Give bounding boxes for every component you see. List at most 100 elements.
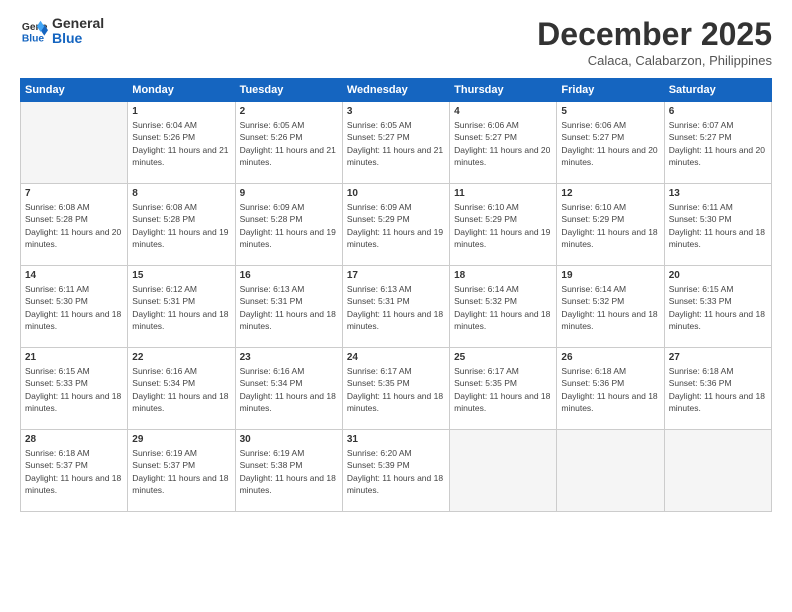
day-number: 3 — [347, 106, 445, 117]
day-number: 26 — [561, 352, 659, 363]
day-number: 22 — [132, 352, 230, 363]
day-info: Sunrise: 6:12 AM Sunset: 5:31 PM Dayligh… — [132, 283, 230, 332]
day-number: 4 — [454, 106, 552, 117]
day-number: 5 — [561, 106, 659, 117]
day-info: Sunrise: 6:11 AM Sunset: 5:30 PM Dayligh… — [669, 201, 767, 250]
weekday-header-tuesday: Tuesday — [235, 79, 342, 102]
calendar-cell: 3 Sunrise: 6:05 AM Sunset: 5:27 PM Daylig… — [342, 102, 449, 184]
calendar-cell: 18Sunrise: 6:14 AM Sunset: 5:32 PM Dayli… — [450, 266, 557, 348]
day-number: 20 — [669, 270, 767, 281]
day-number: 17 — [347, 270, 445, 281]
day-info: Sunrise: 6:10 AM Sunset: 5:29 PM Dayligh… — [561, 201, 659, 250]
day-number: 11 — [454, 188, 552, 199]
header: General Blue General Blue December 2025 … — [20, 16, 772, 68]
day-number: 28 — [25, 434, 123, 445]
day-info: Sunrise: 6:11 AM Sunset: 5:30 PM Dayligh… — [25, 283, 123, 332]
day-number: 14 — [25, 270, 123, 281]
calendar-cell: 15 Sunrise: 6:12 AM Sunset: 5:31 PM Dayli… — [128, 266, 235, 348]
day-info: Sunrise: 6:04 AM Sunset: 5:26 PM Dayligh… — [132, 119, 230, 168]
day-number: 16 — [240, 270, 338, 281]
day-info: Sunrise: 6:07 AM Sunset: 5:27 PM Dayligh… — [669, 119, 767, 168]
day-number: 12 — [561, 188, 659, 199]
day-number: 25 — [454, 352, 552, 363]
day-number: 1 — [132, 106, 230, 117]
calendar-cell: 8 Sunrise: 6:08 AM Sunset: 5:28 PM Daylig… — [128, 184, 235, 266]
day-info: Sunrise: 6:17 AM Sunset: 5:35 PM Dayligh… — [347, 365, 445, 414]
calendar-table: SundayMondayTuesdayWednesdayThursdayFrid… — [20, 78, 772, 512]
day-info: Sunrise: 6:13 AM Sunset: 5:31 PM Dayligh… — [347, 283, 445, 332]
calendar-cell: 23Sunrise: 6:16 AM Sunset: 5:34 PM Dayli… — [235, 348, 342, 430]
weekday-header-thursday: Thursday — [450, 79, 557, 102]
day-info: Sunrise: 6:18 AM Sunset: 5:37 PM Dayligh… — [25, 447, 123, 496]
calendar-cell: 10 Sunrise: 6:09 AM Sunset: 5:29 PM Dayli… — [342, 184, 449, 266]
day-info: Sunrise: 6:06 AM Sunset: 5:27 PM Dayligh… — [561, 119, 659, 168]
month-title: December 2025 — [537, 16, 772, 53]
calendar-cell — [450, 430, 557, 512]
day-info: Sunrise: 6:16 AM Sunset: 5:34 PM Dayligh… — [240, 365, 338, 414]
day-info: Sunrise: 6:18 AM Sunset: 5:36 PM Dayligh… — [561, 365, 659, 414]
day-info: Sunrise: 6:19 AM Sunset: 5:37 PM Dayligh… — [132, 447, 230, 496]
calendar-cell: 17 Sunrise: 6:13 AM Sunset: 5:31 PM Dayli… — [342, 266, 449, 348]
day-number: 15 — [132, 270, 230, 281]
day-info: Sunrise: 6:05 AM Sunset: 5:27 PM Dayligh… — [347, 119, 445, 168]
day-info: Sunrise: 6:09 AM Sunset: 5:28 PM Dayligh… — [240, 201, 338, 250]
day-info: Sunrise: 6:14 AM Sunset: 5:32 PM Dayligh… — [561, 283, 659, 332]
calendar-cell — [557, 430, 664, 512]
calendar-cell: 1 Sunrise: 6:04 AM Sunset: 5:26 PM Daylig… — [128, 102, 235, 184]
day-info: Sunrise: 6:08 AM Sunset: 5:28 PM Dayligh… — [132, 201, 230, 250]
weekday-header-sunday: Sunday — [21, 79, 128, 102]
calendar-cell: 26 Sunrise: 6:18 AM Sunset: 5:36 PM Dayli… — [557, 348, 664, 430]
calendar-cell: 21 Sunrise: 6:15 AM Sunset: 5:33 PM Dayli… — [21, 348, 128, 430]
calendar-cell: 7 Sunrise: 6:08 AM Sunset: 5:28 PM Daylig… — [21, 184, 128, 266]
calendar-cell: 2Sunrise: 6:05 AM Sunset: 5:26 PM Daylig… — [235, 102, 342, 184]
day-number: 10 — [347, 188, 445, 199]
day-info: Sunrise: 6:14 AM Sunset: 5:32 PM Dayligh… — [454, 283, 552, 332]
day-info: Sunrise: 6:20 AM Sunset: 5:39 PM Dayligh… — [347, 447, 445, 496]
svg-text:Blue: Blue — [22, 34, 45, 45]
day-info: Sunrise: 6:15 AM Sunset: 5:33 PM Dayligh… — [669, 283, 767, 332]
day-info: Sunrise: 6:13 AM Sunset: 5:31 PM Dayligh… — [240, 283, 338, 332]
weekday-header-saturday: Saturday — [664, 79, 771, 102]
day-number: 21 — [25, 352, 123, 363]
calendar-cell: 6 Sunrise: 6:07 AM Sunset: 5:27 PM Daylig… — [664, 102, 771, 184]
calendar-cell: 11 Sunrise: 6:10 AM Sunset: 5:29 PM Dayli… — [450, 184, 557, 266]
day-number: 7 — [25, 188, 123, 199]
day-info: Sunrise: 6:10 AM Sunset: 5:29 PM Dayligh… — [454, 201, 552, 250]
calendar-cell — [664, 430, 771, 512]
day-number: 13 — [669, 188, 767, 199]
calendar-cell: 31 Sunrise: 6:20 AM Sunset: 5:39 PM Dayli… — [342, 430, 449, 512]
calendar-cell: 16 Sunrise: 6:13 AM Sunset: 5:31 PM Dayli… — [235, 266, 342, 348]
day-number: 9 — [240, 188, 338, 199]
calendar-cell: 30 Sunrise: 6:19 AM Sunset: 5:38 PM Dayli… — [235, 430, 342, 512]
day-info: Sunrise: 6:17 AM Sunset: 5:35 PM Dayligh… — [454, 365, 552, 414]
day-number: 19 — [561, 270, 659, 281]
day-info: Sunrise: 6:19 AM Sunset: 5:38 PM Dayligh… — [240, 447, 338, 496]
day-number: 8 — [132, 188, 230, 199]
calendar-cell: 20 Sunrise: 6:15 AM Sunset: 5:33 PM Dayli… — [664, 266, 771, 348]
logo-general-text: General — [52, 16, 104, 31]
calendar-cell: 9 Sunrise: 6:09 AM Sunset: 5:28 PM Daylig… — [235, 184, 342, 266]
day-number: 27 — [669, 352, 767, 363]
day-number: 2 — [240, 106, 338, 117]
day-number: 30 — [240, 434, 338, 445]
day-info: Sunrise: 6:18 AM Sunset: 5:36 PM Dayligh… — [669, 365, 767, 414]
day-info: Sunrise: 6:16 AM Sunset: 5:34 PM Dayligh… — [132, 365, 230, 414]
page: General Blue General Blue December 2025 … — [0, 0, 792, 612]
day-number: 6 — [669, 106, 767, 117]
calendar-cell: 5 Sunrise: 6:06 AM Sunset: 5:27 PM Daylig… — [557, 102, 664, 184]
calendar-cell — [21, 102, 128, 184]
day-info: Sunrise: 6:15 AM Sunset: 5:33 PM Dayligh… — [25, 365, 123, 414]
day-info: Sunrise: 6:08 AM Sunset: 5:28 PM Dayligh… — [25, 201, 123, 250]
day-info: Sunrise: 6:09 AM Sunset: 5:29 PM Dayligh… — [347, 201, 445, 250]
calendar-cell: 4 Sunrise: 6:06 AM Sunset: 5:27 PM Daylig… — [450, 102, 557, 184]
location: Calaca, Calabarzon, Philippines — [537, 53, 772, 68]
day-number: 29 — [132, 434, 230, 445]
calendar-cell: 29 Sunrise: 6:19 AM Sunset: 5:37 PM Dayli… — [128, 430, 235, 512]
logo-icon: General Blue — [20, 17, 48, 45]
weekday-header-wednesday: Wednesday — [342, 79, 449, 102]
day-number: 24 — [347, 352, 445, 363]
calendar-cell: 14 Sunrise: 6:11 AM Sunset: 5:30 PM Dayli… — [21, 266, 128, 348]
day-number: 31 — [347, 434, 445, 445]
calendar-cell: 25 Sunrise: 6:17 AM Sunset: 5:35 PM Dayli… — [450, 348, 557, 430]
day-info: Sunrise: 6:06 AM Sunset: 5:27 PM Dayligh… — [454, 119, 552, 168]
